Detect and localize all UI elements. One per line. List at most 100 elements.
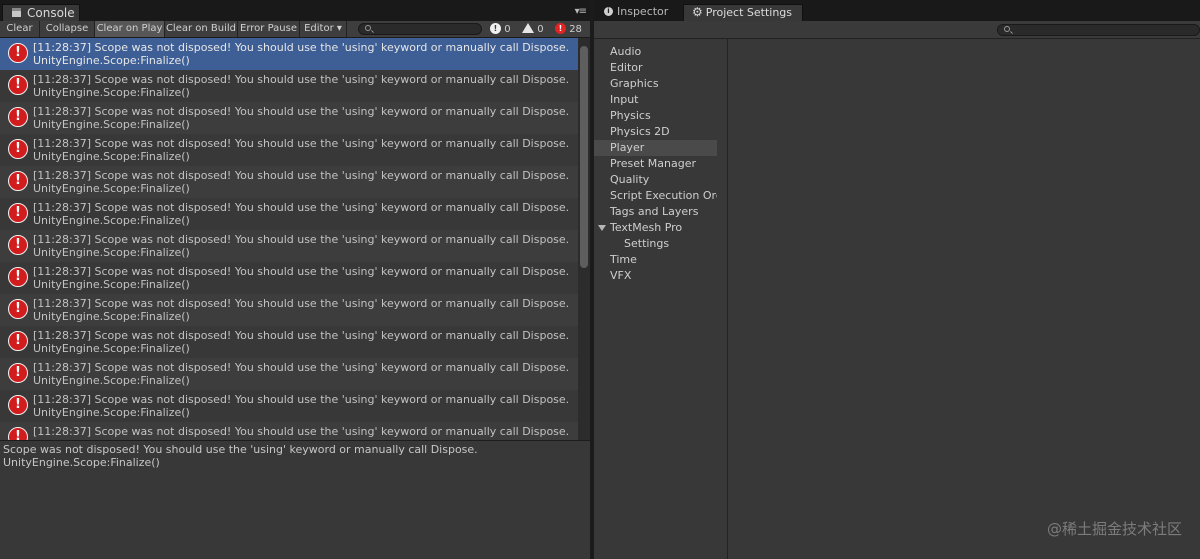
settings-nav-item[interactable]: Script Execution Order: [594, 188, 717, 204]
expand-triangle-icon[interactable]: [598, 225, 606, 231]
settings-nav-item[interactable]: Quality: [594, 172, 717, 188]
settings-nav-label: Graphics: [610, 77, 659, 90]
settings-nav-item[interactable]: TextMesh Pro: [594, 220, 717, 236]
log-message: [11:28:37] Scope was not disposed! You s…: [33, 201, 570, 214]
log-stacktrace: UnityEngine.Scope:Finalize(): [33, 182, 190, 195]
tab-inspector[interactable]: i Inspector: [598, 4, 682, 21]
warning-icon: [522, 23, 534, 33]
info-icon: !: [490, 22, 501, 34]
detail-stacktrace: UnityEngine.Scope:Finalize(): [3, 456, 160, 469]
log-stacktrace: UnityEngine.Scope:Finalize(): [33, 118, 190, 131]
pane-options-menu-icon[interactable]: ▾≡: [575, 6, 587, 17]
log-detail-area: Scope was not disposed! You should use t…: [0, 441, 590, 559]
settings-nav-label: Script Execution Order: [610, 189, 717, 202]
error-icon: !: [8, 363, 28, 383]
settings-category-list: Audio Editor Graphics Input Physics Physics 2…: [594, 39, 728, 559]
settings-nav-label: Physics 2D: [610, 125, 670, 138]
log-stacktrace: UnityEngine.Scope:Finalize(): [33, 86, 190, 99]
settings-nav-item[interactable]: Input: [594, 92, 717, 108]
settings-nav-item[interactable]: Physics: [594, 108, 717, 124]
error-icon: !: [8, 139, 28, 159]
log-message: [11:28:37] Scope was not disposed! You s…: [33, 105, 570, 118]
tab-console-label: Console: [27, 6, 75, 20]
detail-message: Scope was not disposed! You should use t…: [3, 443, 478, 456]
watermark: @稀土掘金技术社区: [1046, 520, 1182, 538]
settings-nav-item[interactable]: Graphics: [594, 76, 717, 92]
settings-nav-label: VFX: [610, 269, 632, 282]
error-icon: !: [555, 22, 566, 34]
log-stacktrace: UnityEngine.Scope:Finalize(): [33, 246, 190, 259]
tab-project-settings-label: Project Settings: [705, 6, 793, 19]
settings-nav-item[interactable]: Physics 2D: [594, 124, 717, 140]
log-message: [11:28:37] Scope was not disposed! You s…: [33, 169, 570, 182]
editor-dropdown[interactable]: Editor ▾: [300, 21, 347, 37]
info-count-toggle[interactable]: ! 0: [490, 22, 511, 37]
error-icon: !: [8, 43, 28, 63]
project-settings-window: i Inspector ⚙ Project Settings Audio Editor…: [594, 0, 1200, 559]
tab-console[interactable]: Console: [2, 4, 80, 21]
settings-nav-item[interactable]: Tags and Layers: [594, 204, 717, 220]
settings-nav-item[interactable]: Editor: [594, 60, 717, 76]
log-entry[interactable]: ! [11:28:37] Scope was not disposed! You …: [0, 230, 578, 262]
gear-icon: ⚙: [692, 5, 703, 19]
console-tab-bar: Console ▾≡: [0, 0, 590, 21]
error-icon: !: [8, 427, 28, 440]
log-entry[interactable]: ! [11:28:37] Scope was not disposed! You …: [0, 358, 578, 390]
tab-project-settings[interactable]: ⚙ Project Settings: [683, 4, 803, 21]
log-entry[interactable]: ! [11:28:37] Scope was not disposed! You …: [0, 134, 578, 166]
settings-nav-item[interactable]: Time: [594, 252, 717, 268]
error-pause-toggle[interactable]: Error Pause: [238, 21, 300, 37]
log-message: [11:28:37] Scope was not disposed! You s…: [33, 361, 570, 374]
log-list: ! [11:28:37] Scope was not disposed! You …: [0, 38, 578, 440]
console-search-input[interactable]: [358, 23, 482, 35]
settings-nav-label: Audio: [610, 45, 642, 58]
settings-nav-label: Editor: [610, 61, 643, 74]
tab-inspector-label: Inspector: [617, 5, 669, 18]
settings-nav-item[interactable]: Audio: [594, 44, 717, 60]
log-entry[interactable]: ! [11:28:37] Scope was not disposed! You …: [0, 70, 578, 102]
settings-nav-label: Player: [610, 141, 645, 154]
settings-nav-item[interactable]: Preset Manager: [594, 156, 717, 172]
log-entry[interactable]: ! [11:28:37] Scope was not disposed! You …: [0, 326, 578, 358]
clear-on-build-toggle[interactable]: Clear on Build: [165, 21, 238, 37]
settings-content-area: [728, 39, 1200, 559]
error-count-toggle[interactable]: ! 28: [555, 22, 582, 37]
error-count: 28: [569, 24, 582, 35]
settings-nav-item[interactable]: Player: [594, 140, 717, 156]
log-entry[interactable]: ! [11:28:37] Scope was not disposed! You …: [0, 262, 578, 294]
log-entry[interactable]: ! [11:28:37] Scope was not disposed! You …: [0, 102, 578, 134]
log-entry[interactable]: ! [11:28:37] Scope was not disposed! You …: [0, 422, 578, 440]
search-icon: [365, 25, 371, 31]
project-settings-toolbar: [594, 21, 1200, 39]
error-icon: !: [8, 107, 28, 127]
log-entry[interactable]: ! [11:28:37] Scope was not disposed! You …: [0, 198, 578, 230]
log-entry[interactable]: ! [11:28:37] Scope was not disposed! You …: [0, 166, 578, 198]
log-stacktrace: UnityEngine.Scope:Finalize(): [33, 374, 190, 387]
log-message: [11:28:37] Scope was not disposed! You s…: [33, 329, 570, 342]
log-list-scrollbar[interactable]: [578, 38, 590, 440]
search-icon: [1004, 26, 1010, 32]
info-icon: i: [604, 6, 613, 16]
settings-nav-label: Time: [610, 253, 637, 266]
error-icon: !: [8, 171, 28, 191]
log-entry[interactable]: ! [11:28:37] Scope was not disposed! You …: [0, 38, 578, 70]
log-message: [11:28:37] Scope was not disposed! You s…: [33, 297, 570, 310]
log-stacktrace: UnityEngine.Scope:Finalize(): [33, 310, 190, 323]
settings-nav-item[interactable]: VFX: [594, 268, 717, 284]
warning-count-toggle[interactable]: 0: [522, 22, 544, 37]
log-stacktrace: UnityEngine.Scope:Finalize(): [33, 342, 190, 355]
clear-on-play-toggle[interactable]: Clear on Play: [95, 21, 165, 37]
settings-nav-item[interactable]: Settings: [594, 236, 717, 252]
scrollbar-thumb[interactable]: [580, 46, 588, 268]
clear-button[interactable]: Clear: [0, 21, 40, 37]
settings-nav-label: Tags and Layers: [610, 205, 699, 218]
settings-nav-label: Preset Manager: [610, 157, 697, 170]
log-entry[interactable]: ! [11:28:37] Scope was not disposed! You …: [0, 294, 578, 326]
log-entry[interactable]: ! [11:28:37] Scope was not disposed! You …: [0, 390, 578, 422]
error-icon: !: [8, 235, 28, 255]
log-message: [11:28:37] Scope was not disposed! You s…: [33, 393, 570, 406]
error-icon: !: [8, 299, 28, 319]
project-settings-search-input[interactable]: [997, 24, 1200, 36]
error-icon: !: [8, 395, 28, 415]
collapse-button[interactable]: Collapse: [40, 21, 95, 37]
